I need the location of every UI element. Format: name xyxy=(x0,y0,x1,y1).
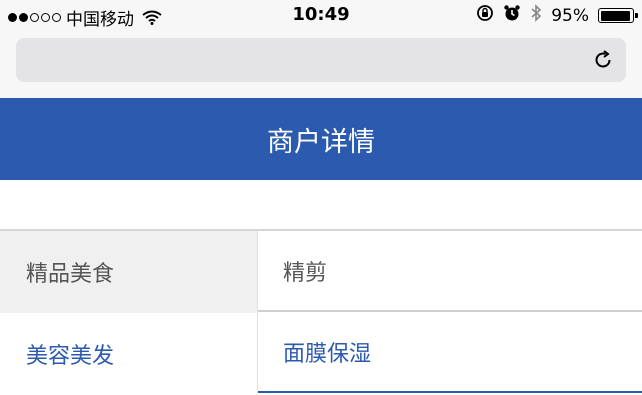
subcategory-item-facial-mask[interactable]: 面膜保湿 xyxy=(258,312,642,393)
reload-icon[interactable] xyxy=(592,49,614,71)
status-bar: 中国移动 10:49 95% xyxy=(0,0,642,31)
category-item-beauty[interactable]: 美容美发 xyxy=(0,313,257,395)
category-item-food[interactable]: 精品美食 xyxy=(0,231,257,313)
battery-percent: 95% xyxy=(551,5,589,26)
status-right: 95% xyxy=(476,4,638,27)
subcategory-list: 精剪 面膜保湿 xyxy=(257,231,642,393)
page-title: 商户详情 xyxy=(0,98,642,180)
bluetooth-icon xyxy=(530,4,542,27)
browser-toolbar xyxy=(0,31,642,98)
content-spacer xyxy=(0,180,642,229)
alarm-icon xyxy=(503,4,521,27)
category-menu: 精品美食 美容美发 xyxy=(0,231,257,395)
battery-icon xyxy=(598,8,638,23)
address-bar[interactable] xyxy=(16,38,626,82)
subcategory-item-haircut[interactable]: 精剪 xyxy=(258,231,642,312)
rotation-lock-icon xyxy=(476,4,494,27)
